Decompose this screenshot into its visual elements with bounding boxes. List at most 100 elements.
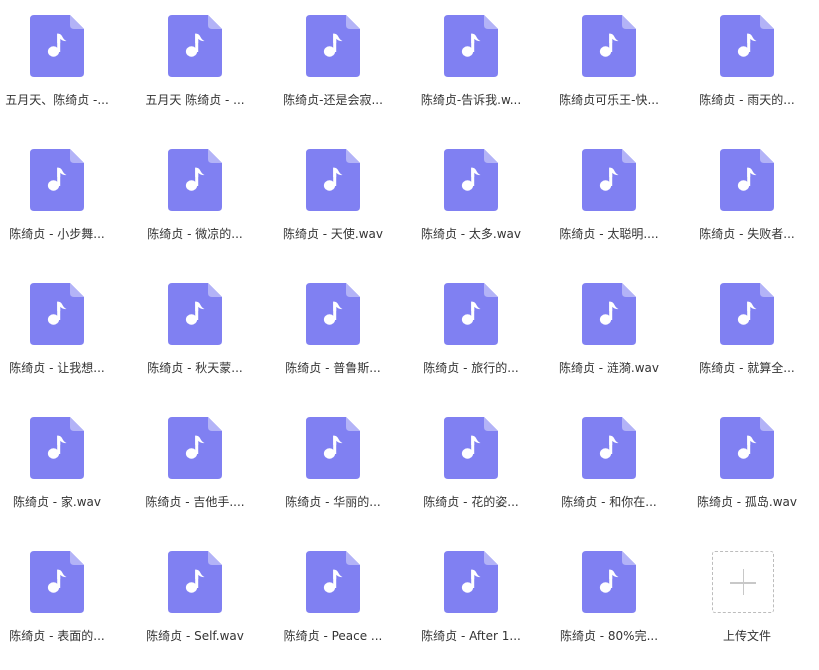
file-tile-21[interactable]: 陈绮贞 - 华丽的... xyxy=(276,402,414,536)
file-name: 陈绮贞 - Self.wav xyxy=(146,629,244,643)
music-note-icon xyxy=(582,283,636,345)
file-name: 陈绮贞 - 天使.wav xyxy=(282,227,384,241)
file-name: 陈绮贞 - 表面的... xyxy=(9,629,105,643)
music-file-icon xyxy=(30,551,84,613)
music-note-icon xyxy=(720,149,774,211)
file-tile-28[interactable]: 陈绮贞 - After 1... xyxy=(414,536,552,670)
music-note-icon xyxy=(168,149,222,211)
file-tile-17[interactable]: 陈绮贞 - 涟漪.wav xyxy=(552,268,690,402)
file-name: 陈绮贞 - 家.wav xyxy=(12,495,102,509)
file-tile-25[interactable]: 陈绮贞 - 表面的... xyxy=(0,536,138,670)
file-tile-2[interactable]: 五月天 陈绮贞 - ... xyxy=(138,0,276,134)
music-file-icon xyxy=(444,149,498,211)
file-name: 陈绮贞 - After 1... xyxy=(421,629,521,643)
file-tile-1[interactable]: 五月天、陈绮贞 -... xyxy=(0,0,138,134)
music-note-icon xyxy=(168,283,222,345)
music-file-icon xyxy=(444,417,498,479)
music-note-icon xyxy=(306,283,360,345)
file-tile-27[interactable]: 陈绮贞 - Peace ... xyxy=(276,536,414,670)
music-file-icon xyxy=(30,149,84,211)
music-note-icon xyxy=(444,149,498,211)
file-name: 陈绮贞 - 失败者... xyxy=(699,227,795,241)
file-name: 陈绮贞 - 就算全... xyxy=(699,361,795,375)
file-name: 陈绮贞 - 太聪明.... xyxy=(559,227,659,241)
file-name: 陈绮贞 - 雨天的... xyxy=(699,93,795,107)
music-note-icon xyxy=(168,417,222,479)
music-note-icon xyxy=(444,15,498,77)
file-tile-14[interactable]: 陈绮贞 - 秋天蒙... xyxy=(138,268,276,402)
file-name: 陈绮贞 - 太多.wav xyxy=(420,227,522,241)
music-note-icon xyxy=(720,283,774,345)
file-grid: 五月天、陈绮贞 -... 五月天 陈绮贞 - ... 陈绮贞-还是会寂... 陈… xyxy=(0,0,819,662)
file-name: 陈绮贞 - Peace ... xyxy=(283,629,383,643)
file-name: 陈绮贞-还是会寂... xyxy=(283,93,383,107)
file-tile-24[interactable]: 陈绮贞 - 孤岛.wav xyxy=(690,402,819,536)
file-tile-3[interactable]: 陈绮贞-还是会寂... xyxy=(276,0,414,134)
music-note-icon xyxy=(582,15,636,77)
file-tile-8[interactable]: 陈绮贞 - 微凉的... xyxy=(138,134,276,268)
music-note-icon xyxy=(168,551,222,613)
music-file-icon xyxy=(306,417,360,479)
music-file-icon xyxy=(30,417,84,479)
music-file-icon xyxy=(444,551,498,613)
music-file-icon xyxy=(306,15,360,77)
music-file-icon xyxy=(444,15,498,77)
music-file-icon xyxy=(168,417,222,479)
file-tile-4[interactable]: 陈绮贞-告诉我.w... xyxy=(414,0,552,134)
file-tile-16[interactable]: 陈绮贞 - 旅行的... xyxy=(414,268,552,402)
music-note-icon xyxy=(582,417,636,479)
file-name: 陈绮贞 - 华丽的... xyxy=(285,495,381,509)
music-note-icon xyxy=(444,551,498,613)
music-file-icon xyxy=(720,283,774,345)
music-note-icon xyxy=(30,551,84,613)
music-note-icon xyxy=(444,417,498,479)
music-file-icon xyxy=(582,551,636,613)
file-name: 陈绮贞 - 小步舞... xyxy=(9,227,105,241)
music-note-icon xyxy=(306,417,360,479)
music-file-icon xyxy=(168,551,222,613)
music-file-icon xyxy=(306,551,360,613)
file-name: 五月天、陈绮贞 -... xyxy=(5,93,109,107)
file-tile-29[interactable]: 陈绮贞 - 80%完... xyxy=(552,536,690,670)
file-tile-6[interactable]: 陈绮贞 - 雨天的... xyxy=(690,0,819,134)
music-note-icon xyxy=(582,149,636,211)
music-file-icon xyxy=(30,15,84,77)
file-tile-5[interactable]: 陈绮贞可乐王-快... xyxy=(552,0,690,134)
file-tile-19[interactable]: 陈绮贞 - 家.wav xyxy=(0,402,138,536)
music-note-icon xyxy=(30,283,84,345)
file-name: 陈绮贞 - 秋天蒙... xyxy=(147,361,243,375)
music-note-icon xyxy=(444,283,498,345)
file-tile-13[interactable]: 陈绮贞 - 让我想... xyxy=(0,268,138,402)
file-name: 陈绮贞 - 普鲁斯... xyxy=(285,361,381,375)
music-file-icon xyxy=(168,15,222,77)
file-tile-9[interactable]: 陈绮贞 - 天使.wav xyxy=(276,134,414,268)
file-name: 陈绮贞 - 和你在... xyxy=(561,495,657,509)
plus-icon-vertical xyxy=(742,569,744,595)
file-tile-20[interactable]: 陈绮贞 - 吉他手.... xyxy=(138,402,276,536)
music-file-icon xyxy=(582,149,636,211)
music-file-icon xyxy=(306,283,360,345)
file-tile-18[interactable]: 陈绮贞 - 就算全... xyxy=(690,268,819,402)
file-tile-12[interactable]: 陈绮贞 - 失败者... xyxy=(690,134,819,268)
file-tile-22[interactable]: 陈绮贞 - 花的姿... xyxy=(414,402,552,536)
file-tile-15[interactable]: 陈绮贞 - 普鲁斯... xyxy=(276,268,414,402)
file-tile-7[interactable]: 陈绮贞 - 小步舞... xyxy=(0,134,138,268)
file-tile-26[interactable]: 陈绮贞 - Self.wav xyxy=(138,536,276,670)
file-name: 陈绮贞 - 让我想... xyxy=(9,361,105,375)
music-file-icon xyxy=(444,283,498,345)
upload-button[interactable] xyxy=(712,551,774,613)
file-tile-11[interactable]: 陈绮贞 - 太聪明.... xyxy=(552,134,690,268)
music-file-icon xyxy=(582,15,636,77)
music-note-icon xyxy=(720,15,774,77)
music-note-icon xyxy=(720,417,774,479)
file-name: 陈绮贞-告诉我.w... xyxy=(420,93,522,107)
upload-tile[interactable]: 上传文件 xyxy=(690,536,819,670)
file-tile-23[interactable]: 陈绮贞 - 和你在... xyxy=(552,402,690,536)
file-name: 陈绮贞可乐王-快... xyxy=(559,93,659,107)
file-tile-10[interactable]: 陈绮贞 - 太多.wav xyxy=(414,134,552,268)
file-name: 陈绮贞 - 涟漪.wav xyxy=(558,361,660,375)
music-file-icon xyxy=(306,149,360,211)
file-name: 陈绮贞 - 旅行的... xyxy=(423,361,519,375)
music-file-icon xyxy=(720,149,774,211)
music-note-icon xyxy=(306,551,360,613)
